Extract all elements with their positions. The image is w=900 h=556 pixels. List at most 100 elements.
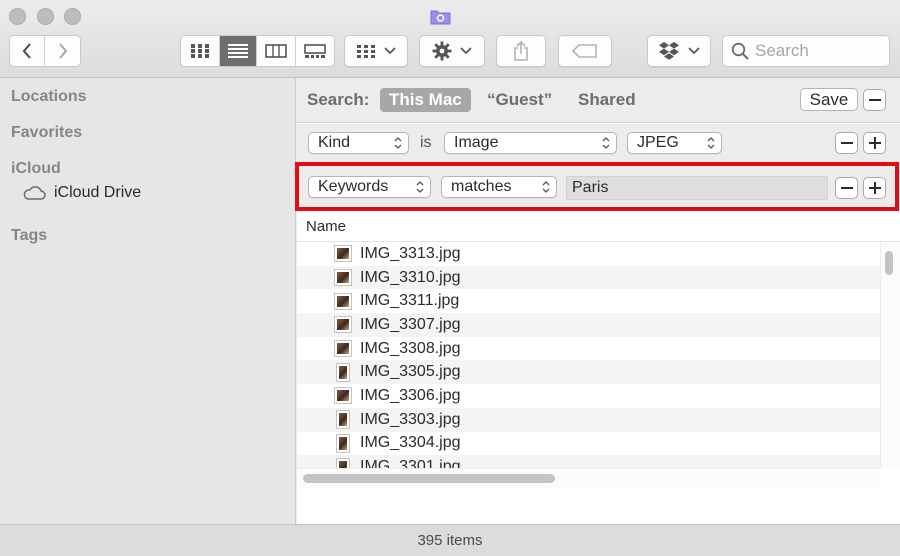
- action-menu-button[interactable]: [419, 35, 485, 67]
- column-view-button[interactable]: [257, 36, 296, 66]
- jpeg-thumbnail-icon: [336, 410, 350, 430]
- search-scope-label: Search:: [307, 90, 370, 109]
- list-view-button[interactable]: [219, 36, 258, 66]
- list-item[interactable]: IMG_3311.jpg: [297, 289, 880, 313]
- attribute-popup[interactable]: Keywords: [308, 176, 431, 198]
- smart-folder-icon: [430, 10, 451, 25]
- grid-icon: [190, 44, 209, 58]
- search-icon: [731, 42, 749, 60]
- minus-icon: [840, 142, 853, 144]
- vertical-scrollbar[interactable]: [885, 251, 893, 275]
- updown-arrows-icon: [542, 181, 550, 193]
- share-icon: [514, 41, 528, 61]
- forward-button[interactable]: [45, 36, 80, 66]
- window-toolbar: [0, 0, 900, 78]
- plus-icon: [868, 182, 881, 194]
- sidebar-heading-tags[interactable]: Tags: [11, 227, 47, 245]
- icon-view-button[interactable]: [181, 36, 220, 66]
- file-name: IMG_3311.jpg: [360, 292, 460, 310]
- operator-popup[interactable]: matches: [441, 176, 557, 198]
- minus-icon: [840, 187, 853, 189]
- toolbar-search: [722, 35, 890, 67]
- group-grid-icon: [356, 44, 375, 58]
- criteria-row-keywords: Keywords matches Paris: [297, 166, 900, 210]
- value-popup[interactable]: Image: [444, 132, 617, 154]
- updown-arrows-icon: [602, 137, 610, 149]
- list-item[interactable]: IMG_3313.jpg: [297, 242, 880, 266]
- item-count: 395 items: [417, 532, 483, 549]
- close-window-button[interactable]: [9, 8, 26, 25]
- zoom-window-button[interactable]: [64, 8, 81, 25]
- list-item[interactable]: IMG_3308.jpg: [297, 337, 880, 361]
- gallery-icon: [303, 44, 326, 58]
- operator-label: is: [420, 134, 432, 151]
- status-bar: 395 items: [0, 524, 900, 556]
- jpeg-thumbnail-icon: [334, 387, 352, 405]
- list-item[interactable]: IMG_3303.jpg: [297, 407, 880, 432]
- search-input[interactable]: [755, 41, 885, 61]
- list-item[interactable]: IMG_3307.jpg: [297, 313, 880, 337]
- file-name: IMG_3308.jpg: [360, 339, 461, 357]
- jpeg-thumbnail-icon: [334, 245, 352, 263]
- file-name: IMG_3303.jpg: [360, 410, 461, 428]
- dropbox-button[interactable]: [647, 35, 711, 67]
- updown-arrows-icon: [394, 137, 402, 149]
- scope-shared[interactable]: Shared: [569, 88, 645, 112]
- keyword-field[interactable]: Paris: [566, 176, 828, 200]
- minimize-window-button[interactable]: [37, 8, 54, 25]
- tags-button[interactable]: [558, 35, 612, 67]
- save-search-button[interactable]: Save: [800, 88, 858, 111]
- attribute-popup[interactable]: Kind: [308, 132, 409, 154]
- file-name: IMG_3307.jpg: [360, 315, 461, 333]
- sidebar-heading-locations[interactable]: Locations: [11, 88, 87, 106]
- add-criteria-button[interactable]: [863, 132, 886, 154]
- name-column-header[interactable]: Name: [297, 212, 900, 242]
- dropbox-icon: [659, 41, 679, 60]
- remove-criteria-button[interactable]: [835, 177, 858, 199]
- list-item[interactable]: IMG_3301.jpg: [297, 455, 880, 468]
- chevron-down-icon: [688, 47, 700, 55]
- remove-search-button[interactable]: [863, 89, 886, 111]
- updown-arrows-icon: [416, 181, 424, 193]
- horizontal-scrollbar[interactable]: [303, 474, 555, 483]
- sidebar-heading-favorites[interactable]: Favorites: [11, 124, 82, 142]
- jpeg-thumbnail-icon: [334, 316, 352, 334]
- list-item[interactable]: IMG_3310.jpg: [297, 265, 880, 290]
- file-name: IMG_3301.jpg: [360, 458, 461, 468]
- sidebar-item-icloud-drive[interactable]: iCloud Drive: [22, 184, 141, 202]
- jpeg-thumbnail-icon: [336, 433, 350, 453]
- scope-this-mac[interactable]: This Mac: [380, 88, 471, 112]
- jpeg-thumbnail-icon: [336, 362, 350, 382]
- chevron-left-icon: [22, 43, 31, 59]
- sidebar-heading-icloud[interactable]: iCloud: [11, 160, 61, 178]
- operator-value: matches: [451, 178, 512, 195]
- file-name: IMG_3313.jpg: [360, 244, 461, 262]
- vertical-scroll-track[interactable]: [880, 242, 900, 468]
- subvalue-popup[interactable]: JPEG: [627, 132, 722, 154]
- sidebar-item-label: iCloud Drive: [54, 184, 142, 201]
- add-criteria-button[interactable]: [863, 177, 886, 199]
- back-button[interactable]: [10, 36, 46, 66]
- share-button[interactable]: [496, 35, 546, 67]
- gallery-view-button[interactable]: [296, 36, 334, 66]
- format-value: JPEG: [637, 134, 679, 151]
- cloud-icon: [23, 186, 46, 200]
- chevron-down-icon: [460, 47, 472, 55]
- remove-criteria-button[interactable]: [835, 132, 858, 154]
- file-name: IMG_3305.jpg: [360, 363, 461, 381]
- scope-guest[interactable]: “Guest”: [478, 88, 561, 112]
- criteria-row-kind: Kind is Image JPEG: [297, 124, 900, 164]
- list-item[interactable]: IMG_3305.jpg: [297, 360, 880, 385]
- chevron-down-icon: [383, 47, 396, 55]
- group-by-button[interactable]: [344, 35, 408, 67]
- attribute-value: Keywords: [318, 178, 389, 195]
- updown-arrows-icon: [707, 137, 715, 149]
- columns-icon: [264, 44, 287, 58]
- file-name: IMG_3310.jpg: [360, 268, 461, 286]
- list-item[interactable]: IMG_3306.jpg: [297, 384, 880, 408]
- chevron-right-icon: [58, 43, 67, 59]
- nav-buttons: [9, 35, 81, 67]
- list-item[interactable]: IMG_3304.jpg: [297, 432, 880, 456]
- file-name: IMG_3306.jpg: [360, 386, 461, 404]
- list-icon: [227, 44, 248, 58]
